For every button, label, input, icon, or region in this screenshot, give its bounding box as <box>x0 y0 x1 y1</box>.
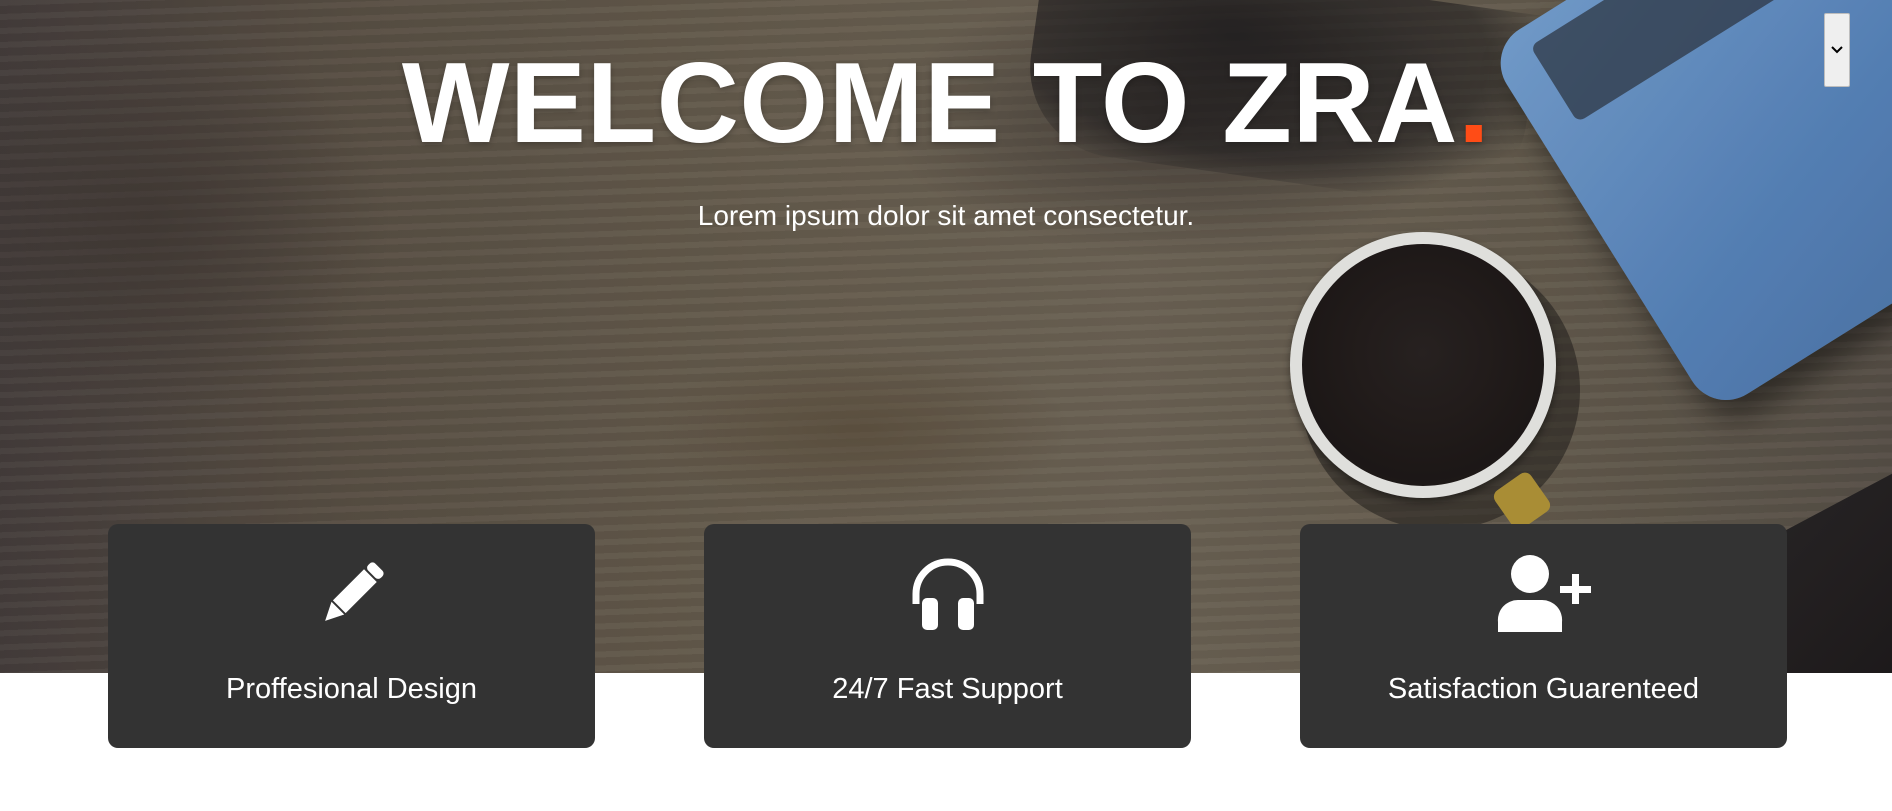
cup-shadow <box>1300 250 1580 530</box>
coffee <box>1302 244 1544 486</box>
hero-title-dot: . <box>1457 40 1491 167</box>
features-row: Proffesional Design 24/7 Fast Support Sa… <box>108 524 1788 748</box>
hero-title: WELCOME TO ZRA. <box>0 44 1892 164</box>
user-plus-icon <box>1496 554 1592 634</box>
hero-subtitle: Lorem ipsum dolor sit amet consectetur. <box>697 200 1195 231</box>
hero-title-text: WELCOME TO ZRA <box>401 40 1458 167</box>
coffee-cup-image <box>1290 232 1556 498</box>
feature-card-satisfaction: Satisfaction Guarenteed <box>1300 524 1787 748</box>
feature-card-support: 24/7 Fast Support <box>704 524 1191 748</box>
feature-card-design: Proffesional Design <box>108 524 595 748</box>
chevron-down-icon <box>1831 46 1843 54</box>
pencil-icon <box>304 554 400 634</box>
page: WELCOME TO ZRA. Lorem ipsum dolor sit am… <box>0 0 1892 811</box>
headphones-icon <box>900 554 996 634</box>
feature-label-satisfaction: Satisfaction Guarenteed <box>1387 673 1700 705</box>
nav-dropdown-toggle[interactable] <box>1824 13 1850 87</box>
feature-label-design: Proffesional Design <box>226 673 477 705</box>
feature-label-support: 24/7 Fast Support <box>832 673 1063 705</box>
